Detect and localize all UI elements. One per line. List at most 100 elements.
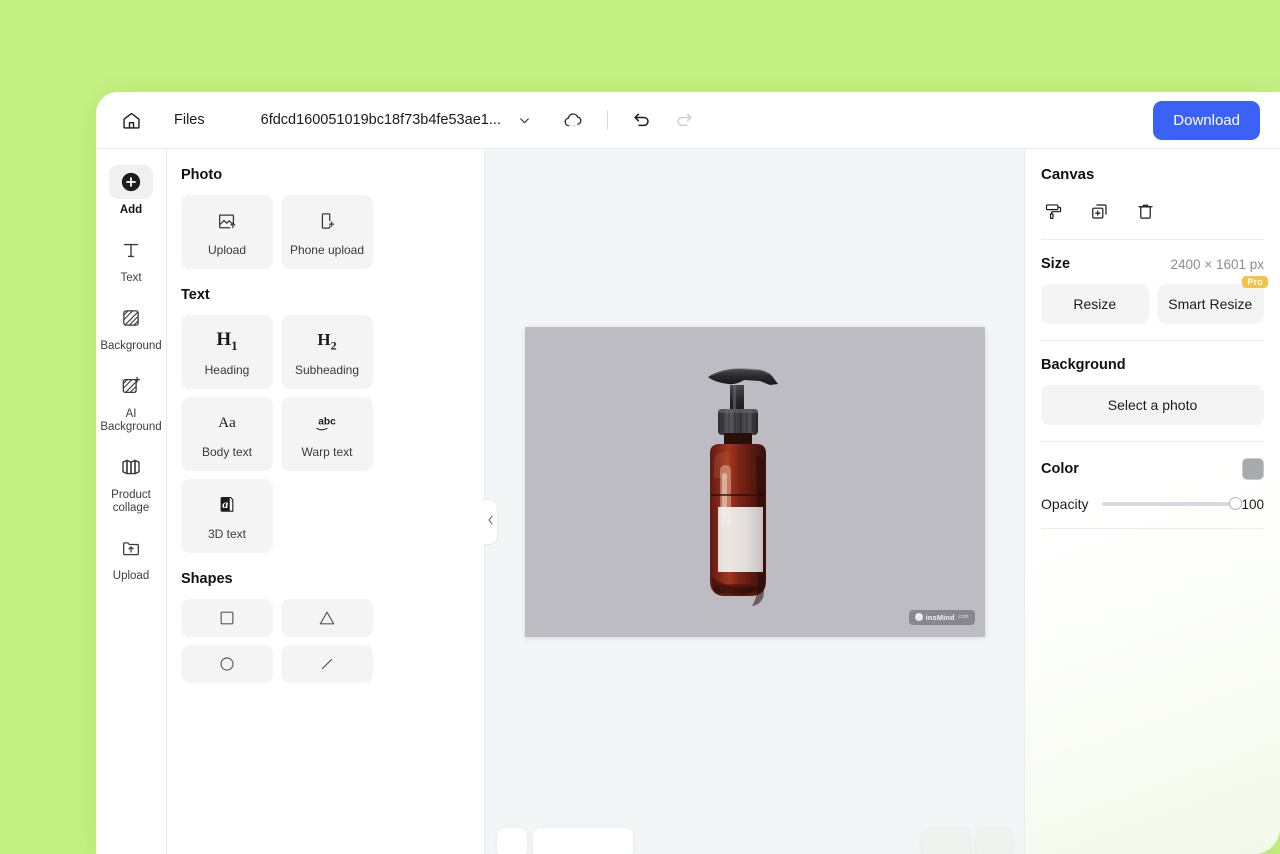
app-body: Add Text Background AI Background Produc… — [96, 149, 1280, 854]
app-window: Files 6fdcd160051019bc18f73b4fe53ae1... — [96, 92, 1280, 854]
section-title-shapes: Shapes — [181, 571, 233, 587]
ai-background-sparkle-icon — [109, 369, 153, 403]
tile-label: Upload — [207, 243, 247, 257]
header-divider — [606, 110, 608, 130]
tile-shape-square[interactable] — [181, 599, 273, 637]
files-menu-button[interactable]: Files — [174, 112, 205, 128]
tile-label: Body text — [201, 445, 253, 459]
artboard[interactable]: insMind .com — [524, 326, 985, 637]
panel-title: Canvas — [1041, 166, 1095, 183]
download-button[interactable]: Download — [1153, 100, 1260, 140]
smart-resize-label: Smart Resize — [1168, 296, 1253, 312]
tile-label: 3D text — [207, 527, 246, 541]
opacity-row: Opacity 100 — [1041, 496, 1264, 512]
sidebar-item-background[interactable]: Background — [96, 295, 166, 361]
add-tool-panel: Photo Upload Phone upload Text H1 Headin… — [167, 149, 498, 854]
left-tool-rail: Add Text Background AI Background Produc… — [96, 149, 167, 854]
color-label: Color — [1041, 461, 1079, 477]
help-button[interactable] — [976, 828, 1012, 854]
plus-circle-icon — [109, 165, 153, 199]
collage-panels-icon — [109, 450, 153, 484]
shapes-tile-grid — [181, 599, 470, 683]
chevron-left-icon — [486, 513, 495, 531]
circle-shape-icon — [217, 650, 237, 678]
tile-phone-upload[interactable]: Phone upload — [281, 195, 373, 269]
sidebar-item-ai-background[interactable]: AI Background — [96, 363, 166, 442]
image-upload-icon — [216, 207, 238, 235]
zoom-level-display[interactable] — [533, 828, 633, 854]
tile-label: Warp text — [301, 445, 353, 459]
text-t-icon — [109, 233, 153, 267]
square-shape-icon — [217, 604, 237, 632]
tile-shape-circle[interactable] — [181, 645, 273, 683]
product-bottle-image[interactable] — [670, 337, 840, 627]
layers-button[interactable] — [922, 828, 970, 854]
sidebar-item-label: Text — [120, 272, 142, 284]
size-value: 2400 × 1601 px — [1170, 256, 1264, 272]
tile-label: Heading — [204, 363, 250, 377]
trash-icon[interactable] — [1133, 199, 1157, 223]
panel-collapse-handle[interactable] — [483, 499, 498, 545]
svg-text:a: a — [222, 497, 228, 511]
color-swatch[interactable] — [1242, 458, 1264, 480]
section-title-text: Text — [181, 287, 210, 303]
opacity-slider[interactable] — [1102, 497, 1242, 510]
watermark-badge: insMind .com — [908, 609, 975, 625]
sidebar-item-label: Background — [100, 340, 162, 352]
opacity-label: Opacity — [1041, 496, 1089, 512]
folder-upload-icon — [109, 531, 153, 565]
panel-divider — [1041, 441, 1264, 442]
sidebar-item-upload[interactable]: Upload — [96, 525, 166, 591]
home-icon[interactable] — [114, 103, 148, 137]
watermark-suffix: .com — [957, 614, 969, 620]
app-header: Files 6fdcd160051019bc18f73b4fe53ae1... — [96, 92, 1280, 149]
tile-label: Subheading — [294, 363, 360, 377]
tile-subheading[interactable]: H2 Subheading — [281, 315, 373, 389]
resize-button[interactable]: Resize — [1041, 284, 1149, 324]
watermark-text: insMind — [925, 612, 955, 622]
smart-resize-button[interactable]: Smart Resize Pro — [1156, 276, 1268, 324]
tile-body-text[interactable]: Aa Body text — [181, 397, 273, 471]
cloud-sync-icon — [561, 108, 585, 132]
three-d-text-icon: a — [215, 491, 239, 519]
opacity-slider-track[interactable] — [1102, 497, 1242, 510]
background-label: Background — [1041, 357, 1126, 373]
chevron-down-icon[interactable] — [515, 110, 535, 130]
h2-icon: H2 — [317, 329, 337, 353]
canvas-actions-row — [1041, 199, 1264, 240]
opacity-slider-knob[interactable] — [1229, 497, 1242, 510]
svg-text:abc: abc — [318, 417, 336, 428]
sidebar-item-product-collage[interactable]: Product collage — [96, 444, 166, 523]
triangle-shape-icon — [317, 604, 337, 632]
canvas-stage[interactable]: insMind .com — [485, 149, 1024, 854]
paint-roller-icon[interactable] — [1041, 199, 1065, 223]
sidebar-item-label: Product collage — [111, 489, 151, 514]
size-label: Size — [1041, 256, 1071, 272]
duplicate-icon[interactable] — [1087, 199, 1111, 223]
canvas-bottom-toolbar — [485, 826, 1024, 854]
warp-text-icon: abc — [310, 409, 344, 437]
properties-panel: Canvas Size 2400 × 1601 px Resize Smart … — [1024, 149, 1280, 854]
tile-label: Phone upload — [289, 243, 365, 257]
select-photo-button[interactable]: Select a photo — [1041, 385, 1264, 425]
background-hatch-icon — [109, 301, 153, 335]
tile-3d-text[interactable]: a 3D text — [181, 479, 273, 553]
undo-icon[interactable] — [630, 108, 654, 132]
phone-upload-icon — [316, 207, 338, 235]
resize-button-row: Resize Smart Resize Pro — [1041, 276, 1268, 341]
text-tile-grid: H1 Heading H2 Subheading Aa Body text ab… — [181, 315, 470, 553]
zoom-out-button[interactable] — [497, 828, 527, 854]
tile-upload[interactable]: Upload — [181, 195, 273, 269]
tile-heading[interactable]: H1 Heading — [181, 315, 273, 389]
tile-warp-text[interactable]: abc Warp text — [281, 397, 373, 471]
sidebar-item-text[interactable]: Text — [96, 227, 166, 293]
tile-shape-line[interactable] — [281, 645, 373, 683]
section-title-photo: Photo — [181, 167, 223, 183]
tile-shape-triangle[interactable] — [281, 599, 373, 637]
redo-icon[interactable] — [672, 108, 696, 132]
watermark-logo-icon — [914, 613, 923, 621]
document-name[interactable]: 6fdcd160051019bc18f73b4fe53ae1... — [261, 112, 501, 128]
sidebar-item-add[interactable]: Add — [96, 159, 166, 225]
background-row: Background — [1041, 357, 1264, 373]
sidebar-item-label: AI Background — [100, 408, 162, 433]
